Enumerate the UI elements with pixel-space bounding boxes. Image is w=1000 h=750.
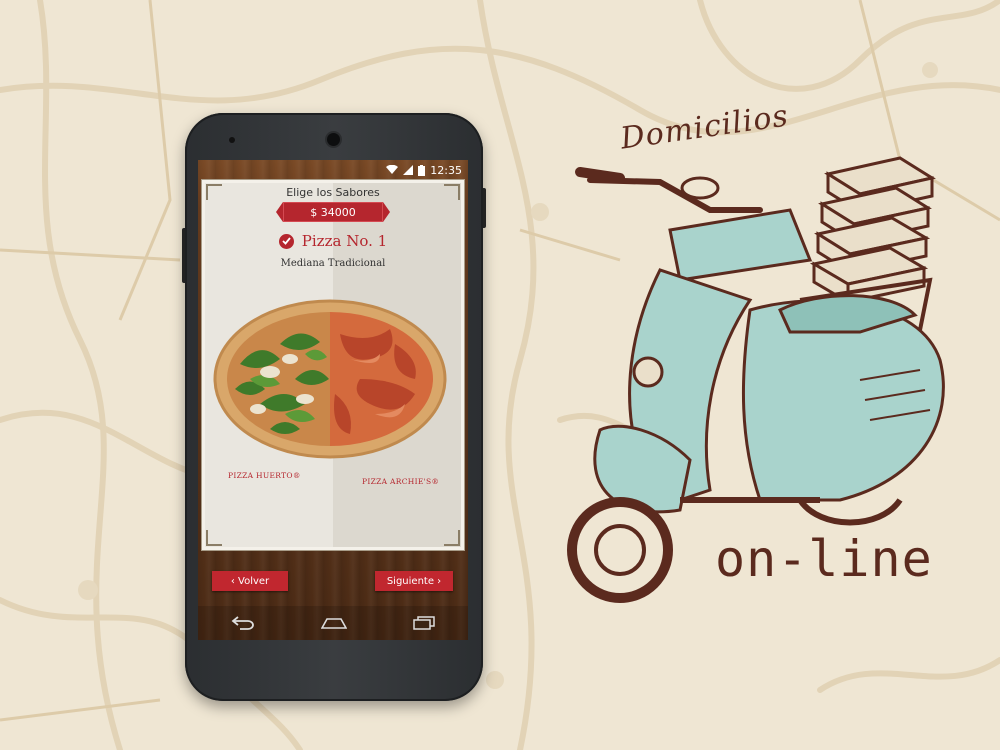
wifi-icon <box>386 165 399 174</box>
home-icon[interactable] <box>321 617 347 629</box>
flavor-card: Elige los Sabores $ 34000 Pizza No. 1 Me… <box>202 180 464 550</box>
pizza-name: Pizza No. 1 <box>301 232 388 250</box>
price-badge: $ 34000 <box>276 202 390 222</box>
check-icon <box>278 233 294 249</box>
back-icon[interactable] <box>231 616 255 630</box>
next-button[interactable]: Siguiente › <box>375 571 453 591</box>
power-button <box>483 188 486 228</box>
recent-apps-icon[interactable] <box>413 616 435 630</box>
flavor-right-label[interactable]: PIZZA ARCHIE'S® <box>362 477 439 486</box>
flavor-left-label[interactable]: PIZZA HUERTO® <box>228 471 301 480</box>
card-title: Elige los Sabores <box>286 186 380 199</box>
scooter-illustration <box>567 156 945 603</box>
pizza-image <box>213 299 447 459</box>
proximity-sensor <box>229 137 235 143</box>
back-button[interactable]: ‹ Volver <box>212 571 288 591</box>
corner-ornament <box>206 530 222 546</box>
android-navbar <box>198 606 468 640</box>
front-camera <box>327 133 340 146</box>
signal-icon <box>403 165 414 175</box>
status-bar: 12:35 <box>198 160 468 180</box>
clock: 12:35 <box>430 163 462 177</box>
phone-screen: 12:35 Elige los Sabores $ 34000 Pizza No… <box>198 160 468 640</box>
battery-icon <box>418 164 426 176</box>
volume-button <box>182 228 185 283</box>
pizza-name-row: Pizza No. 1 <box>202 232 464 250</box>
pizza-size: Mediana Tradicional <box>280 258 386 269</box>
brand-bottom-text: on-line <box>715 530 933 588</box>
corner-ornament <box>444 530 460 546</box>
